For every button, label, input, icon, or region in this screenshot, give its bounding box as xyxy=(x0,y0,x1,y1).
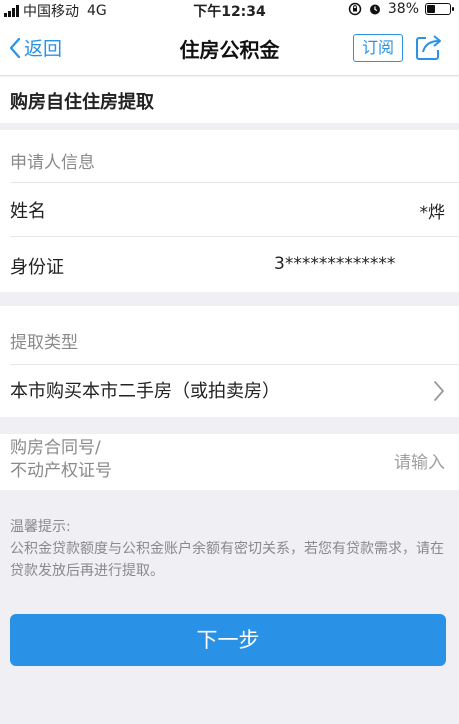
divider xyxy=(10,182,459,183)
contract-number-label: 购房合同号/ 不动产权证号 xyxy=(10,437,112,483)
lock-rotation-icon xyxy=(348,2,362,16)
withdraw-type-value: 本市购买本市二手房（或拍卖房） xyxy=(10,381,280,402)
nav-bar: 返回 住房公积金 订阅 xyxy=(0,20,459,76)
share-icon xyxy=(416,35,441,60)
contract-label-line1: 购房合同号/ xyxy=(10,438,101,458)
tips-title: 温馨提示: xyxy=(10,519,71,535)
tips-body: 公积金贷款额度与公积金账户余额有密切关系，若您有贷款需求，请在贷款发放后再进行提… xyxy=(10,541,444,579)
battery-icon xyxy=(425,3,454,15)
divider xyxy=(10,236,459,237)
name-value: *烨 xyxy=(419,203,446,223)
applicant-section-label: 申请人信息 xyxy=(10,153,95,173)
contract-number-row[interactable]: 购房合同号/ 不动产权证号 请输入 xyxy=(0,434,459,490)
id-label: 身份证 xyxy=(10,257,64,278)
name-label: 姓名 xyxy=(10,201,46,222)
form-heading: 购房自住住房提取 xyxy=(10,92,154,113)
subscribe-button[interactable]: 订阅 xyxy=(353,34,403,62)
id-value: 3************* xyxy=(274,254,396,274)
alarm-icon xyxy=(369,4,380,15)
next-step-button[interactable]: 下一步 xyxy=(10,614,446,666)
share-button[interactable] xyxy=(413,33,443,67)
status-right: 38% xyxy=(348,1,454,17)
status-bar: 中国移动 4G 下午12:34 38% xyxy=(0,0,459,20)
applicant-section: 申请人信息 姓名 *烨 身份证 3************* xyxy=(0,130,459,292)
contract-number-input[interactable]: 请输入 xyxy=(394,448,445,473)
form-heading-row: 购房自住住房提取 xyxy=(0,77,459,123)
withdraw-type-select[interactable]: 本市购买本市二手房（或拍卖房） xyxy=(0,365,459,417)
contract-label-line2: 不动产权证号 xyxy=(10,461,112,481)
withdraw-type-label: 提取类型 xyxy=(10,333,78,353)
battery-percent: 38% xyxy=(387,1,419,17)
chevron-right-icon xyxy=(434,381,444,401)
tips-block: 温馨提示: 公积金贷款额度与公积金账户余额有密切关系，若您有贷款需求，请在贷款发… xyxy=(10,516,450,582)
